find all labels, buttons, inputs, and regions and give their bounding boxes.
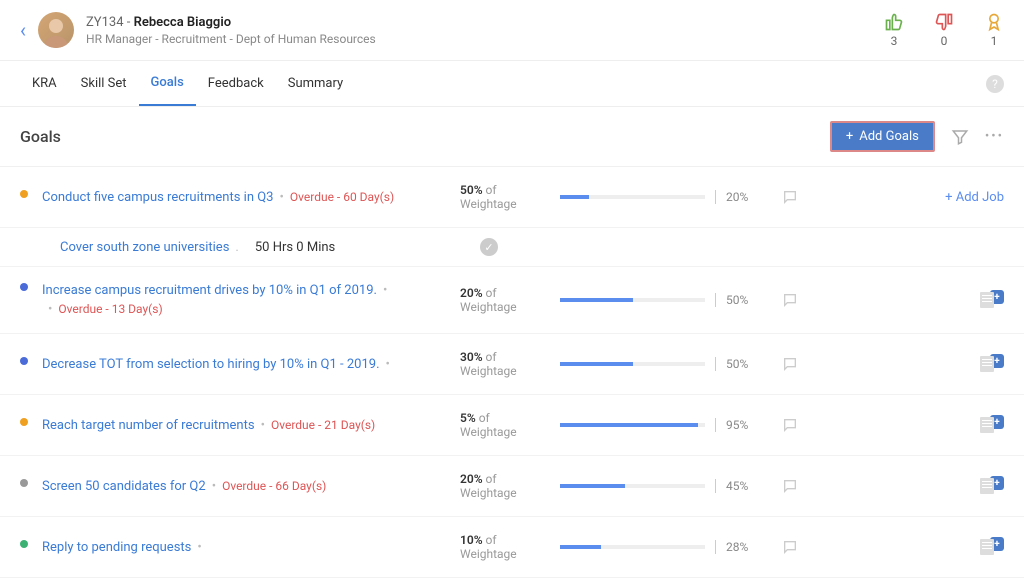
add-document-button[interactable]: + [980,292,1004,308]
progress-percent: 28% [726,540,760,554]
award-icon [984,12,1004,32]
goals-list: Conduct five campus recruitments in Q3•O… [0,167,1024,578]
progress-bar[interactable] [560,484,705,488]
add-document-button[interactable]: + [980,539,1004,555]
progress-percent: 45% [726,479,760,493]
goal-title[interactable]: Reply to pending requests [42,540,191,555]
goal-title[interactable]: Screen 50 candidates for Q2 [42,479,206,494]
overdue-label: Overdue - 13 Day(s) [58,302,162,316]
user-name: Rebecca Biaggio [134,15,231,30]
goal-row: Increase campus recruitment drives by 10… [0,267,1024,334]
page-title: Goals [20,127,61,146]
goal-row: Reply to pending requests•10% ofWeightag… [0,517,1024,578]
progress-percent: 95% [726,418,760,432]
tab-summary[interactable]: Summary [276,62,355,105]
progress-percent: 20% [726,190,760,204]
header: ‹ ZY134 - Rebecca Biaggio HR Manager - R… [0,0,1024,61]
progress: 45% [560,479,760,493]
overdue-label: Overdue - 66 Day(s) [222,479,326,493]
goal-title[interactable]: Increase campus recruitment drives by 10… [42,283,377,298]
progress-bar[interactable] [560,195,705,199]
thumbs-up-icon [884,12,904,32]
goal-title[interactable]: Decrease TOT from selection to hiring by… [42,357,380,372]
tab-feedback[interactable]: Feedback [196,62,276,105]
overdue-label: Overdue - 60 Day(s) [290,190,394,204]
weightage: 5% ofWeightage [460,411,560,439]
weightage: 30% ofWeightage [460,350,560,378]
tab-kra[interactable]: KRA [20,62,69,105]
progress: 28% [560,540,760,554]
award-count: 1 [991,34,998,48]
goal-title[interactable]: Conduct five campus recruitments in Q3 [42,190,274,205]
status-bullet [20,190,28,198]
add-job-link[interactable]: + Add Job [945,190,1004,205]
comment-icon[interactable] [760,417,820,433]
overdue-label: Overdue - 21 Day(s) [271,418,375,432]
tab-skill-set[interactable]: Skill Set [69,62,139,105]
thumbs-down-stat[interactable]: 0 [934,12,954,48]
add-document-button[interactable]: + [980,478,1004,494]
page-head: Goals + Add Goals ••• [0,107,1024,167]
weightage: 50% ofWeightage [460,183,560,211]
add-goals-label: Add Goals [859,129,919,144]
user-title: HR Manager - Recruitment - Dept of Human… [86,32,376,46]
comment-icon[interactable] [760,478,820,494]
progress: 95% [560,418,760,432]
status-bullet [20,418,28,426]
add-goals-button[interactable]: + Add Goals [830,121,935,152]
progress: 50% [560,357,760,371]
user-id: ZY134 [86,15,124,30]
thumbs-up-stat[interactable]: 3 [884,12,904,48]
progress-bar[interactable] [560,545,705,549]
avatar[interactable] [38,12,74,48]
help-icon[interactable]: ? [986,75,1004,93]
award-stat[interactable]: 1 [984,12,1004,48]
progress-bar[interactable] [560,423,705,427]
thumbs-up-count: 3 [891,34,898,48]
comment-icon[interactable] [760,539,820,555]
user-info: ZY134 - Rebecca Biaggio HR Manager - Rec… [86,15,376,46]
progress-bar[interactable] [560,298,705,302]
filter-icon[interactable] [951,128,969,146]
goal-row: Conduct five campus recruitments in Q3•O… [0,167,1024,228]
weightage: 20% ofWeightage [460,286,560,314]
progress-percent: 50% [726,293,760,307]
status-bullet [20,357,28,365]
progress-percent: 50% [726,357,760,371]
goal-row: Reach target number of recruitments•Over… [0,395,1024,456]
status-bullet [20,479,28,487]
weightage: 20% ofWeightage [460,472,560,500]
subgoal-time: 50 Hrs 0 Mins [255,240,335,255]
check-icon[interactable]: ✓ [480,238,498,256]
progress: 50% [560,293,760,307]
thumbs-down-icon [934,12,954,32]
add-document-button[interactable]: + [980,417,1004,433]
comment-icon[interactable] [760,292,820,308]
comment-icon[interactable] [760,189,820,205]
more-icon[interactable]: ••• [985,129,1004,144]
goal-row: Cover south zone universities.50 Hrs 0 M… [0,228,1024,267]
status-bullet [20,283,28,291]
back-button[interactable]: ‹ [20,18,26,42]
goal-title[interactable]: Reach target number of recruitments [42,418,255,433]
subgoal-title[interactable]: Cover south zone universities [60,240,229,255]
tab-goals[interactable]: Goals [139,61,196,106]
comment-icon[interactable] [760,356,820,372]
progress: 20% [560,190,760,204]
thumbs-down-count: 0 [941,34,948,48]
progress-bar[interactable] [560,362,705,366]
goal-row: Screen 50 candidates for Q2•Overdue - 66… [0,456,1024,517]
goal-row: Decrease TOT from selection to hiring by… [0,334,1024,395]
plus-icon: + [846,129,853,144]
add-document-button[interactable]: + [980,356,1004,372]
tabs: KRA Skill Set Goals Feedback Summary ? [0,61,1024,107]
weightage: 10% ofWeightage [460,533,560,561]
